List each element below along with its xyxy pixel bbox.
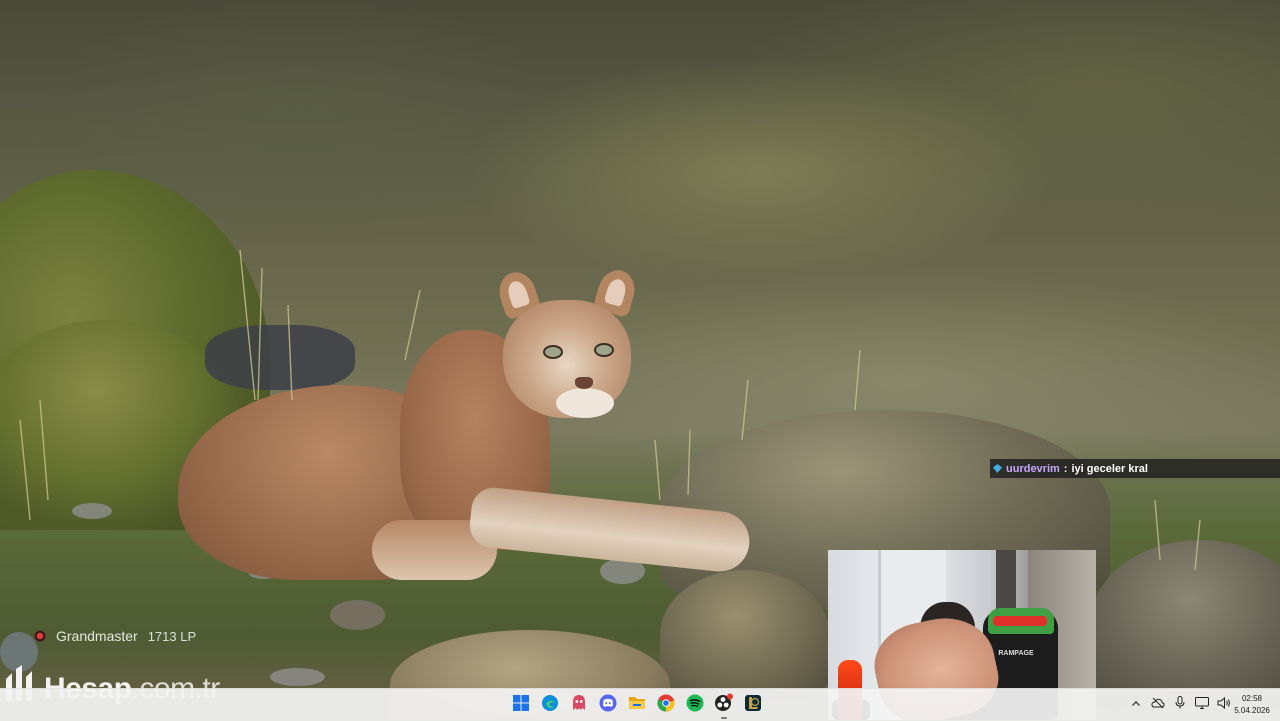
- obs-icon: [714, 693, 734, 718]
- taskbar-obs-button[interactable]: [712, 691, 736, 719]
- chevron-up-icon: [1131, 696, 1141, 714]
- taskbar-ghost-app-button[interactable]: [567, 691, 591, 719]
- display-tray-button[interactable]: [1194, 697, 1210, 713]
- taskbar-edge-button[interactable]: [538, 691, 562, 719]
- cloud-status-button[interactable]: [1150, 697, 1166, 713]
- taskbar-file-explorer-button[interactable]: [625, 691, 649, 719]
- taskbar-apps: [509, 689, 765, 721]
- windows-start-icon: [513, 694, 529, 716]
- chat-username: uurdevrim: [1006, 462, 1060, 475]
- clock-date: 5.04.2026: [1234, 706, 1270, 715]
- chat-message-text: iyi geceler kral: [1071, 462, 1148, 475]
- microphone-icon: [1175, 696, 1185, 714]
- show-hidden-icons-button[interactable]: [1128, 697, 1144, 713]
- monitor-icon: [1195, 696, 1209, 714]
- stream-chat-message: uurdevrim : iyi geceler kral: [990, 459, 1280, 478]
- system-tray: [1128, 689, 1232, 721]
- spotify-icon: [686, 694, 704, 717]
- taskbar-spotify-button[interactable]: [683, 691, 707, 719]
- windows-taskbar: 02:58 5.04.2026: [0, 688, 1280, 721]
- folder-icon: [628, 695, 646, 716]
- rank-overlay: Grandmaster 1713 LP: [34, 627, 196, 645]
- discord-icon: [599, 694, 617, 717]
- cloud-off-icon: [1151, 696, 1165, 714]
- taskbar-start-button[interactable]: [509, 691, 533, 719]
- diamond-badge-icon: [993, 464, 1002, 473]
- rank-tier: Grandmaster: [56, 628, 138, 644]
- taskbar-clock[interactable]: 02:58 5.04.2026: [1228, 693, 1276, 717]
- edge-browser-icon: [541, 694, 559, 717]
- league-client-icon: [744, 694, 762, 717]
- taskbar-chrome-button[interactable]: [654, 691, 678, 719]
- chat-separator: :: [1063, 462, 1068, 475]
- rank-lp: 1713 LP: [147, 628, 197, 644]
- taskbar-discord-button[interactable]: [596, 691, 620, 719]
- taskbar-league-client-button[interactable]: [741, 691, 765, 719]
- rank-dot-icon: [34, 630, 46, 642]
- clock-time: 02:58: [1241, 694, 1263, 703]
- webcam-chair-stripe: [993, 616, 1047, 626]
- chrome-icon: [657, 694, 675, 717]
- ghost-app-icon: [571, 694, 587, 717]
- microphone-tray-button[interactable]: [1172, 696, 1188, 714]
